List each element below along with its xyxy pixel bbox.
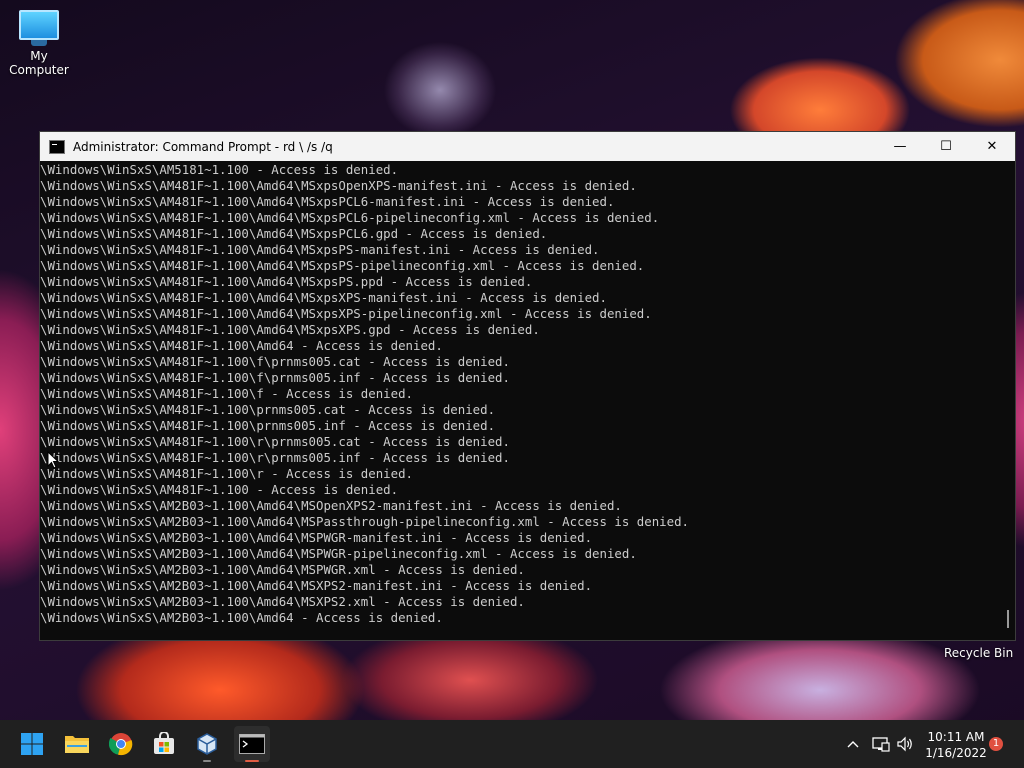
- clock-date: 1/16/2022: [925, 746, 987, 760]
- console-line: \Windows\WinSxS\AM481F~1.100\r - Access …: [40, 466, 413, 481]
- console-line: \Windows\WinSxS\AM481F~1.100\Amd64\MSxps…: [40, 210, 660, 225]
- windows-logo-icon: [21, 733, 43, 755]
- console-line: \Windows\WinSxS\AM481F~1.100\Amd64\MSxps…: [40, 306, 652, 321]
- window-titlebar[interactable]: Administrator: Command Prompt - rd \ /s …: [40, 132, 1015, 161]
- running-indicator: [203, 760, 211, 762]
- console-line: \Windows\WinSxS\AM481F~1.100\Amd64\MSxps…: [40, 178, 637, 193]
- console-line: \Windows\WinSxS\AM481F~1.100\Amd64\MSxps…: [40, 322, 540, 337]
- recycle-bin-label[interactable]: Recycle Bin: [944, 646, 1013, 660]
- speaker-icon: [897, 736, 912, 752]
- store-button[interactable]: [146, 726, 182, 762]
- console-line: \Windows\WinSxS\AM481F~1.100 - Access is…: [40, 482, 399, 497]
- file-explorer-button[interactable]: [59, 726, 95, 762]
- console-line: \Windows\WinSxS\AM481F~1.100\Amd64\MSxps…: [40, 242, 600, 257]
- console-line: \Windows\WinSxS\AM481F~1.100\Amd64\MSxps…: [40, 274, 533, 289]
- console-line: \Windows\WinSxS\AM481F~1.100\f - Access …: [40, 386, 413, 401]
- console-line: \Windows\WinSxS\AM481F~1.100\r\prnms005.…: [40, 434, 510, 449]
- console-line: \Windows\WinSxS\AM481F~1.100\Amd64 - Acc…: [40, 338, 443, 353]
- command-prompt-window[interactable]: Administrator: Command Prompt - rd \ /s …: [39, 131, 1016, 641]
- maximize-button[interactable]: ☐: [923, 132, 969, 161]
- notification-badge[interactable]: 1: [989, 737, 1003, 751]
- close-button[interactable]: ✕: [969, 132, 1015, 161]
- taskbar: 10:11 AM 1/16/2022: [0, 720, 1024, 768]
- my-computer-label: My Computer: [9, 49, 69, 77]
- window-title: Administrator: Command Prompt - rd \ /s …: [73, 139, 333, 154]
- monitor-icon: [19, 10, 59, 40]
- active-indicator: [245, 760, 259, 762]
- console-line: \Windows\WinSxS\AM481F~1.100\prnms005.in…: [40, 418, 496, 433]
- scrollbar-thumb[interactable]: [1007, 610, 1009, 628]
- virtualbox-icon: [197, 733, 217, 755]
- command-prompt-taskbar-button[interactable]: [234, 726, 270, 762]
- command-prompt-icon: [49, 139, 65, 154]
- chrome-button[interactable]: [103, 726, 139, 762]
- console-output[interactable]: \Windows\WinSxS\AM5181~1.100 - Access is…: [40, 161, 999, 640]
- network-button[interactable]: [870, 720, 892, 768]
- console-line: \Windows\WinSxS\AM2B03~1.100\Amd64\MSPas…: [40, 514, 690, 529]
- vertical-scrollbar[interactable]: [999, 161, 1015, 640]
- minimize-button[interactable]: —: [877, 132, 923, 161]
- console-line: \Windows\WinSxS\AM481F~1.100\Amd64\MSxps…: [40, 226, 548, 241]
- console-line: \Windows\WinSxS\AM481F~1.100\r\prnms005.…: [40, 450, 510, 465]
- monitor-stand: [31, 40, 47, 46]
- terminal-icon: [239, 734, 265, 754]
- my-computer-desktop-icon[interactable]: My Computer: [1, 10, 77, 77]
- volume-button[interactable]: [894, 720, 916, 768]
- clock-time: 10:11 AM: [927, 730, 985, 744]
- console-line: \Windows\WinSxS\AM2B03~1.100\Amd64\MSXPS…: [40, 594, 525, 609]
- console-line: \Windows\WinSxS\AM5181~1.100 - Access is…: [40, 162, 399, 177]
- virtualbox-button[interactable]: [189, 726, 225, 762]
- folder-icon: [65, 736, 89, 753]
- chevron-up-icon: [847, 741, 859, 748]
- console-line: \Windows\WinSxS\AM2B03~1.100\Amd64\MSPWG…: [40, 530, 593, 545]
- console-line: \Windows\WinSxS\AM2B03~1.100\Amd64 - Acc…: [40, 610, 443, 625]
- console-line: \Windows\WinSxS\AM2B03~1.100\Amd64\MSPWG…: [40, 546, 637, 561]
- console-line: \Windows\WinSxS\AM481F~1.100\Amd64\MSxps…: [40, 290, 607, 305]
- start-button[interactable]: [14, 726, 50, 762]
- store-icon: [154, 732, 174, 754]
- console-line: \Windows\WinSxS\AM481F~1.100\Amd64\MSxps…: [40, 258, 645, 273]
- show-hidden-icons-button[interactable]: [842, 720, 864, 768]
- taskbar-clock[interactable]: 10:11 AM 1/16/2022: [922, 729, 990, 761]
- network-icon: [872, 737, 890, 752]
- console-line: \Windows\WinSxS\AM2B03~1.100\Amd64\MSPWG…: [40, 562, 525, 577]
- chrome-icon: [109, 733, 133, 756]
- console-line: \Windows\WinSxS\AM481F~1.100\prnms005.ca…: [40, 402, 496, 417]
- console-line: \Windows\WinSxS\AM2B03~1.100\Amd64\MSXPS…: [40, 578, 593, 593]
- console-line: \Windows\WinSxS\AM481F~1.100\f\prnms005.…: [40, 370, 510, 385]
- console-line: \Windows\WinSxS\AM481F~1.100\Amd64\MSxps…: [40, 194, 615, 209]
- console-line: \Windows\WinSxS\AM481F~1.100\f\prnms005.…: [40, 354, 510, 369]
- console-line: \Windows\WinSxS\AM2B03~1.100\Amd64\MSOpe…: [40, 498, 622, 513]
